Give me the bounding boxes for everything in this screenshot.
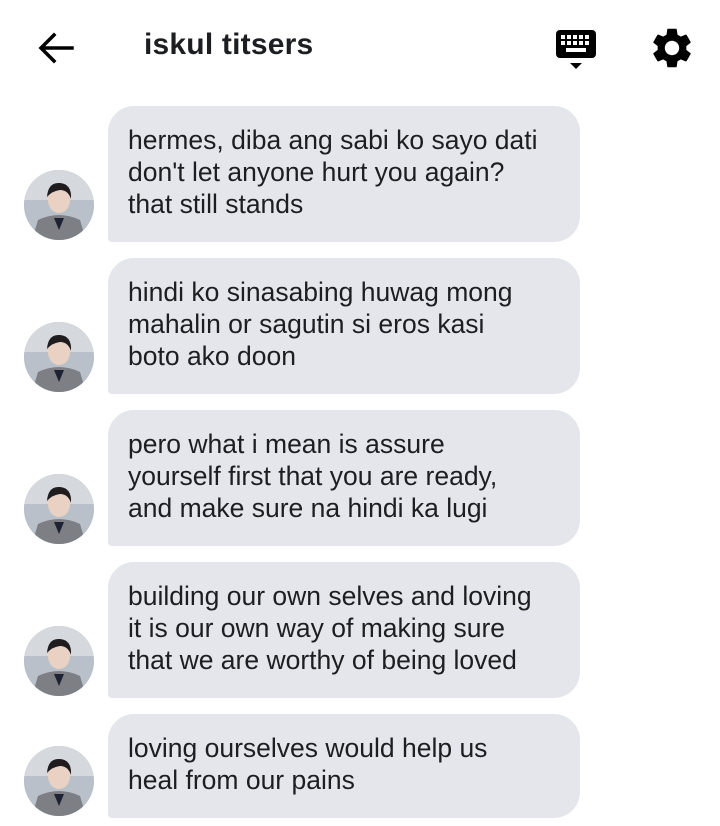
avatar[interactable]	[24, 322, 94, 392]
chat-header: iskul titsers	[0, 0, 720, 96]
message-bubble: loving ourselves would help us heal from…	[108, 714, 580, 818]
message-bubble: pero what i mean is assure yourself firs…	[108, 410, 580, 546]
message-bubble: hermes, diba ang sabi ko sayo dati don't…	[108, 106, 580, 242]
message-bubble: building our own selves and loving it is…	[108, 562, 580, 698]
gear-icon	[653, 28, 691, 68]
settings-button[interactable]	[648, 24, 696, 72]
avatar[interactable]	[24, 626, 94, 696]
keyboard-icon	[556, 30, 596, 69]
avatar[interactable]	[24, 170, 94, 240]
chat-title: iskul titsers	[144, 28, 314, 61]
avatar[interactable]	[24, 746, 94, 816]
keyboard-button[interactable]	[552, 26, 600, 74]
arrow-left-icon	[38, 32, 74, 64]
message-bubble: hindi ko sinasabing huwag mong mahalin o…	[108, 258, 580, 394]
avatar[interactable]	[24, 474, 94, 544]
back-button[interactable]	[36, 30, 76, 66]
